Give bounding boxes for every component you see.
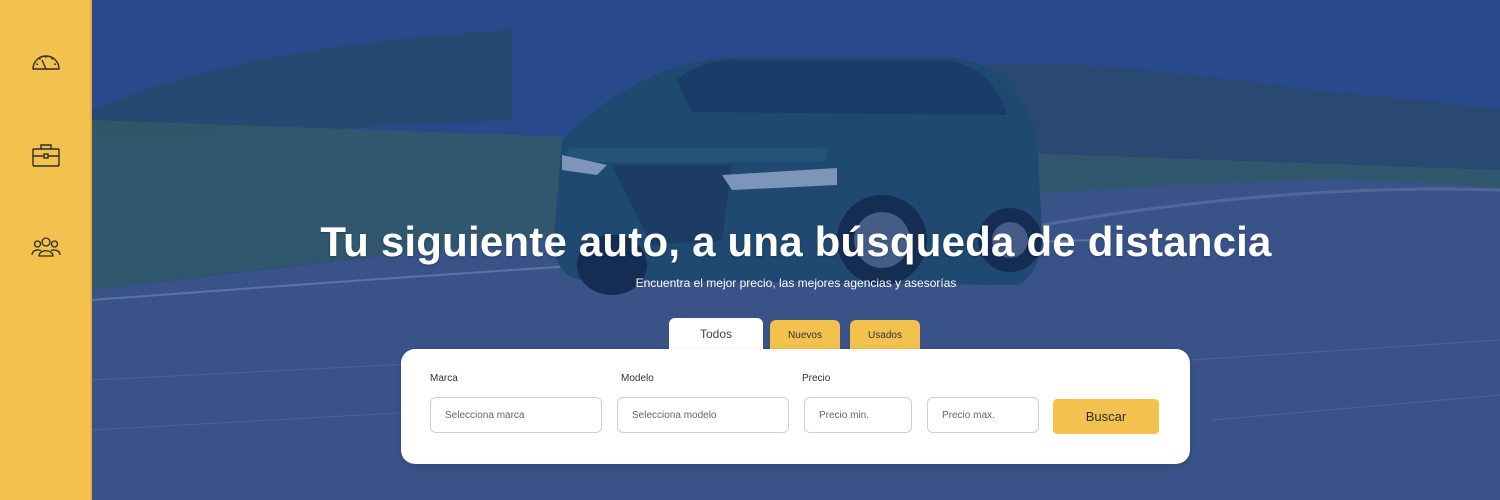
buscar-button[interactable]: Buscar — [1053, 399, 1159, 434]
speedometer-icon[interactable] — [26, 42, 66, 82]
briefcase-icon[interactable] — [26, 135, 66, 175]
tab-todos[interactable]: Todos — [669, 318, 763, 350]
users-icon[interactable] — [26, 227, 66, 267]
tab-usados[interactable]: Usados — [850, 320, 920, 350]
sidebar — [0, 0, 92, 500]
precio-min-field[interactable] — [804, 397, 912, 433]
marca-label: Marca — [430, 373, 458, 384]
hero-banner: Tu siguiente auto, a una búsqueda de dis… — [92, 0, 1500, 500]
precio-label: Precio — [802, 373, 831, 384]
marca-field[interactable] — [430, 397, 602, 433]
tab-nuevos[interactable]: Nuevos — [770, 320, 840, 350]
hero-title: Tu siguiente auto, a una búsqueda de dis… — [320, 218, 1272, 265]
modelo-field[interactable] — [617, 397, 789, 433]
search-card: Marca Modelo Precio Buscar — [401, 349, 1190, 464]
precio-max-field[interactable] — [927, 397, 1039, 433]
hero-subtitle: Encuentra el mejor precio, las mejores a… — [635, 276, 957, 290]
modelo-label: Modelo — [621, 373, 654, 384]
